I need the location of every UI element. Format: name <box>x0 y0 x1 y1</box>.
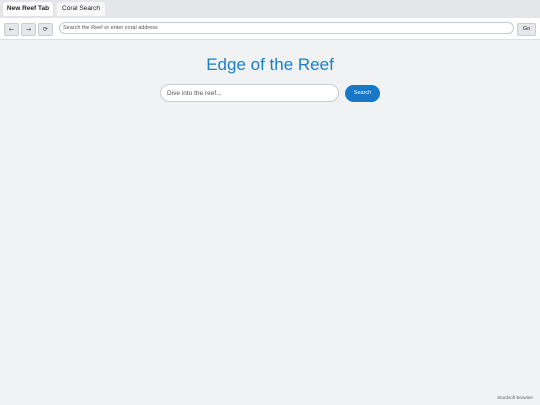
tab-coral-search[interactable]: Coral Search <box>57 2 105 16</box>
reload-icon: ⟳ <box>42 26 49 33</box>
address-bar[interactable] <box>59 22 514 34</box>
search-button[interactable]: Search <box>345 85 380 102</box>
forward-button[interactable]: → <box>21 23 36 36</box>
back-arrow-icon: ← <box>8 26 15 33</box>
tab-strip: New Reef Tab Coral Search <box>0 0 540 18</box>
reload-button[interactable]: ⟳ <box>38 23 53 36</box>
footer-brand: Sturdsoft Browser <box>497 395 533 400</box>
tab-new-reef[interactable]: New Reef Tab <box>3 2 53 16</box>
search-input[interactable] <box>160 84 339 102</box>
navigation-bar: ← → ⟳ Go <box>0 18 540 40</box>
page-title: Edge of the Reef <box>206 55 334 74</box>
back-button[interactable]: ← <box>4 23 19 36</box>
go-button[interactable]: Go <box>517 23 536 36</box>
forward-arrow-icon: → <box>25 26 32 33</box>
